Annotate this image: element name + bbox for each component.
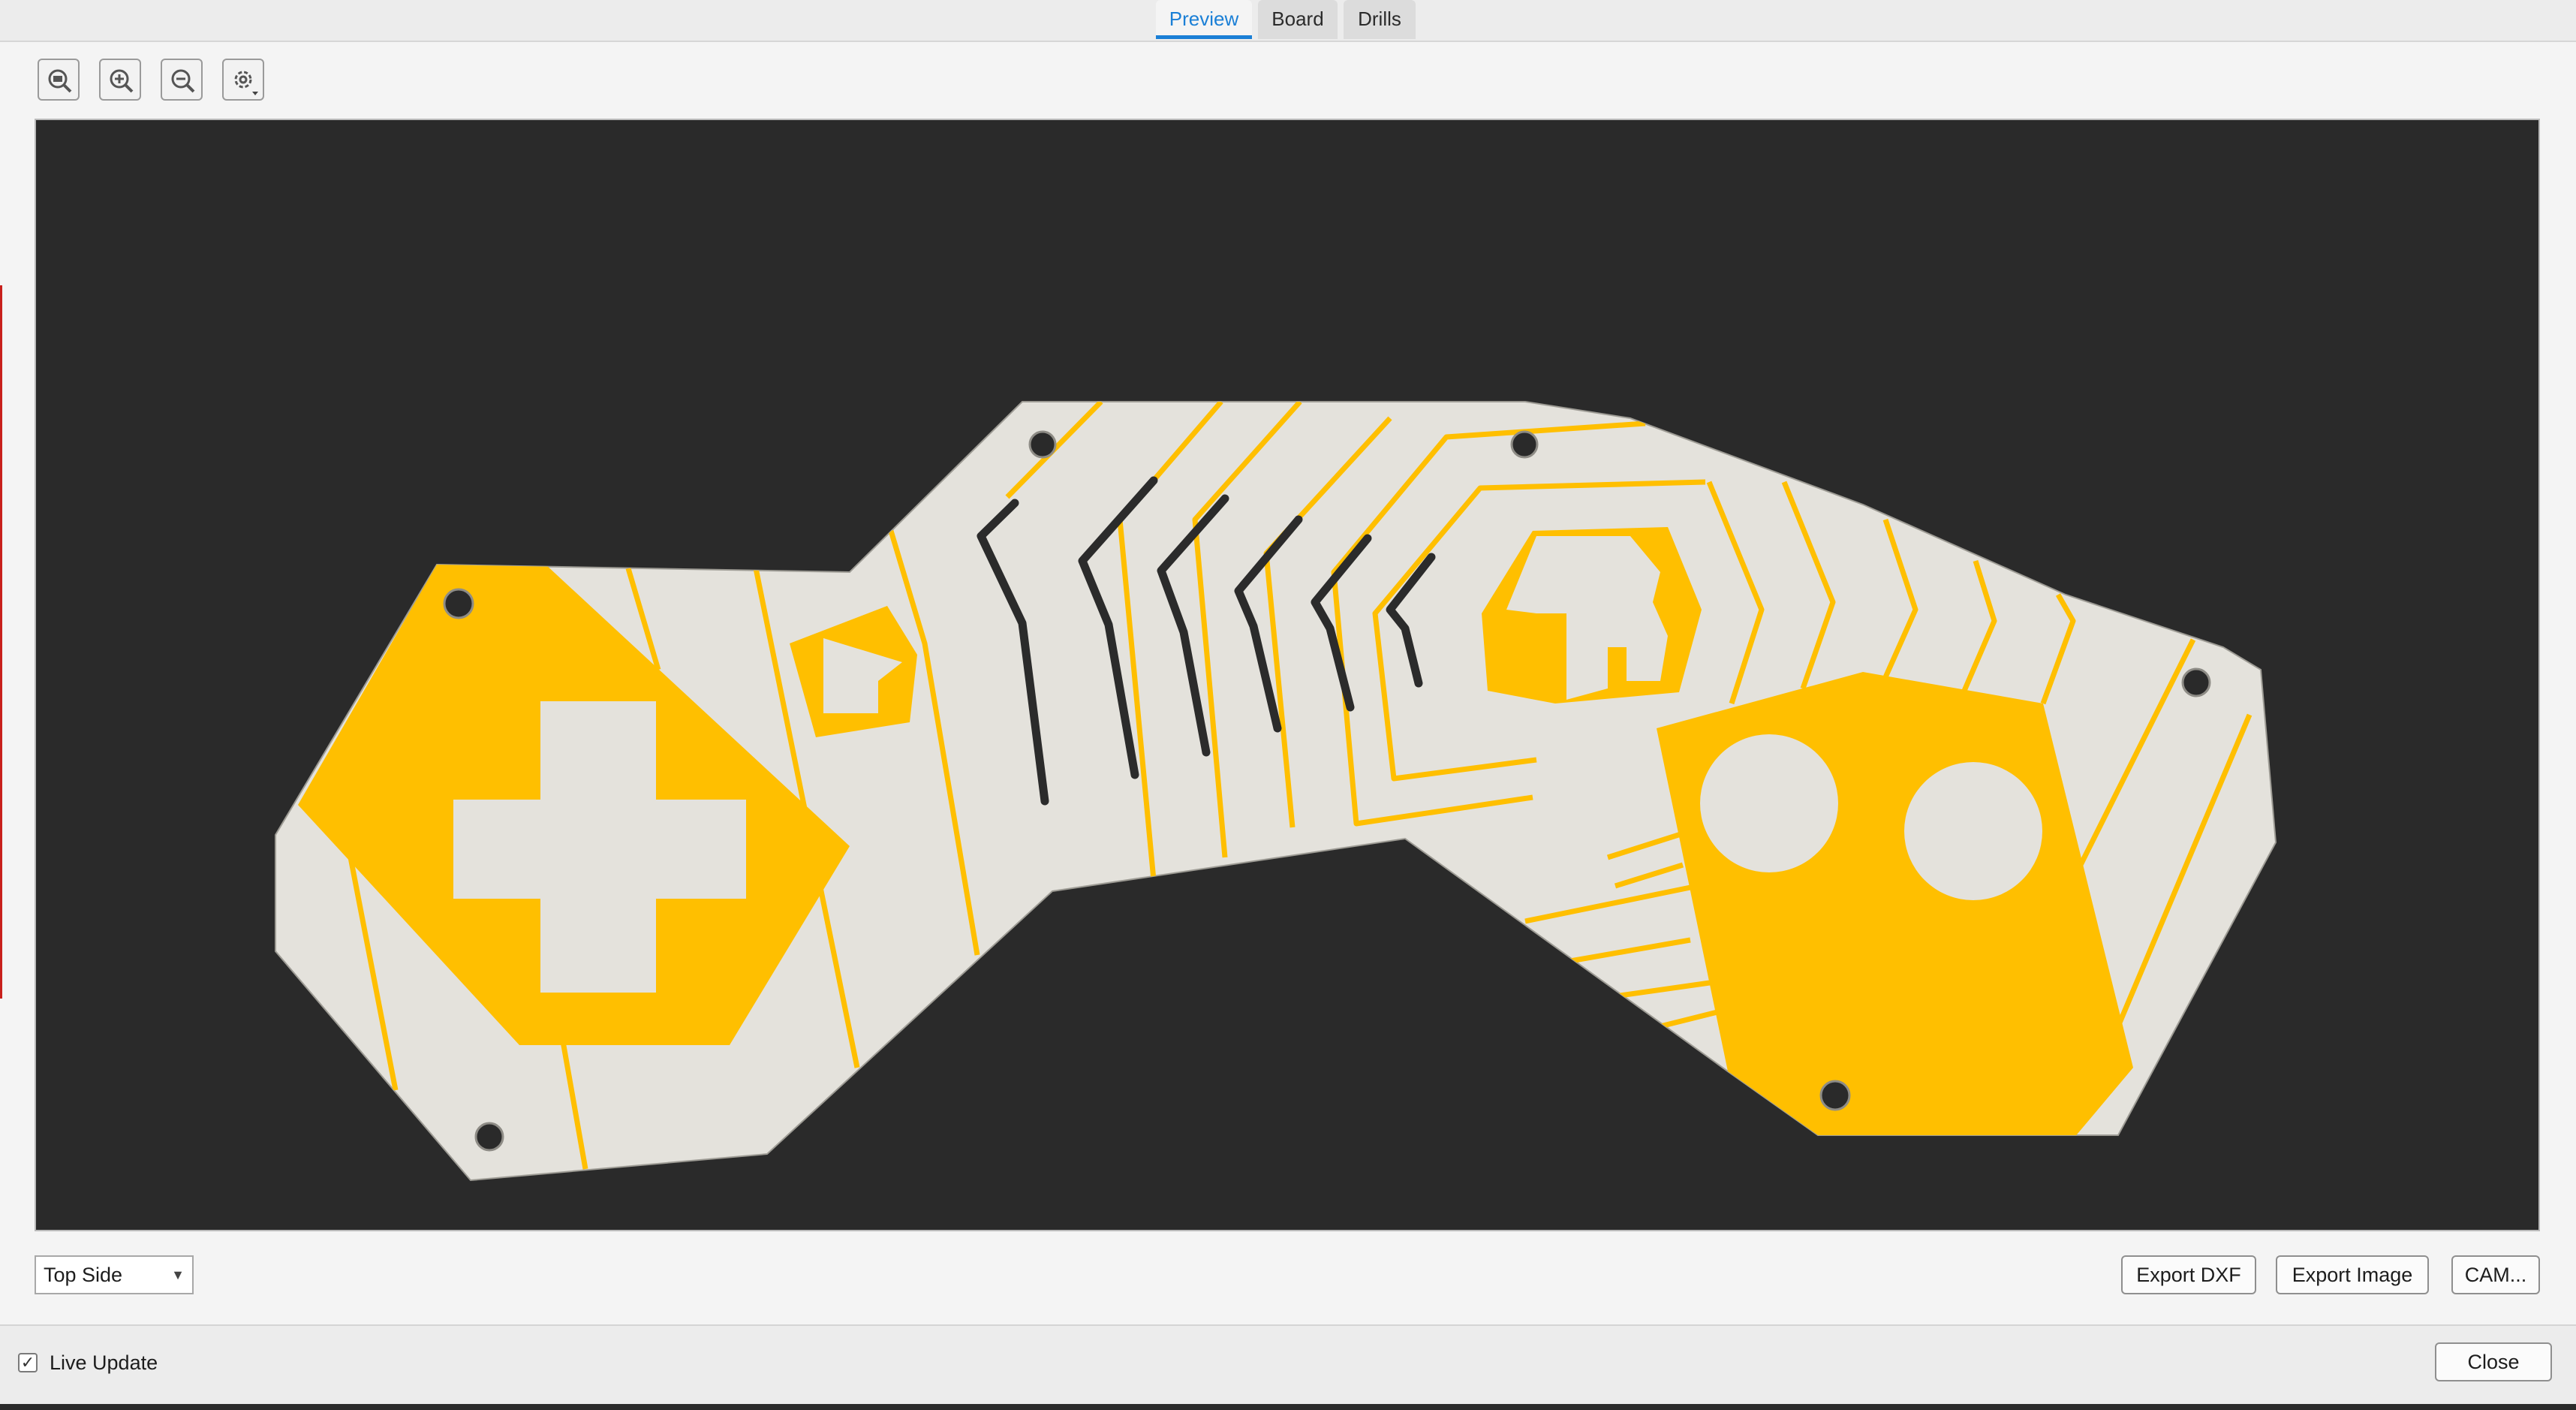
cam-button[interactable]: CAM... xyxy=(2451,1255,2540,1294)
live-update-label: Live Update xyxy=(50,1351,158,1374)
zoom-out-button[interactable] xyxy=(161,59,203,101)
close-button[interactable]: Close xyxy=(2435,1342,2552,1381)
side-select-value: Top Side xyxy=(44,1264,123,1286)
tab-preview[interactable]: Preview xyxy=(1156,0,1252,39)
tab-bar: Preview Board Drills xyxy=(0,0,2576,42)
live-update-checkbox[interactable]: ✓ xyxy=(18,1353,38,1372)
tab-board[interactable]: Board xyxy=(1258,0,1338,39)
zoom-fit-icon xyxy=(48,69,72,93)
zoom-in-button[interactable] xyxy=(99,59,141,101)
pcb-preview-canvas[interactable] xyxy=(35,119,2540,1231)
side-select[interactable]: Top Side ▼ xyxy=(35,1255,194,1294)
chevron-down-icon: ▼ xyxy=(171,1267,185,1282)
zoom-out-icon xyxy=(171,69,195,93)
tab-drills[interactable]: Drills xyxy=(1344,0,1416,39)
zoom-fit-button[interactable] xyxy=(38,59,80,101)
settings-icon xyxy=(234,71,258,95)
settings-button[interactable] xyxy=(222,59,264,101)
pcb-board-render xyxy=(275,401,2277,1182)
dialog-footer xyxy=(0,1324,2576,1405)
export-image-button[interactable]: Export Image xyxy=(2276,1255,2429,1294)
export-dxf-button[interactable]: Export DXF xyxy=(2121,1255,2256,1294)
window-bottom-edge xyxy=(0,1404,2576,1410)
zoom-in-icon xyxy=(110,69,134,93)
window-edge-marker xyxy=(0,285,2,999)
